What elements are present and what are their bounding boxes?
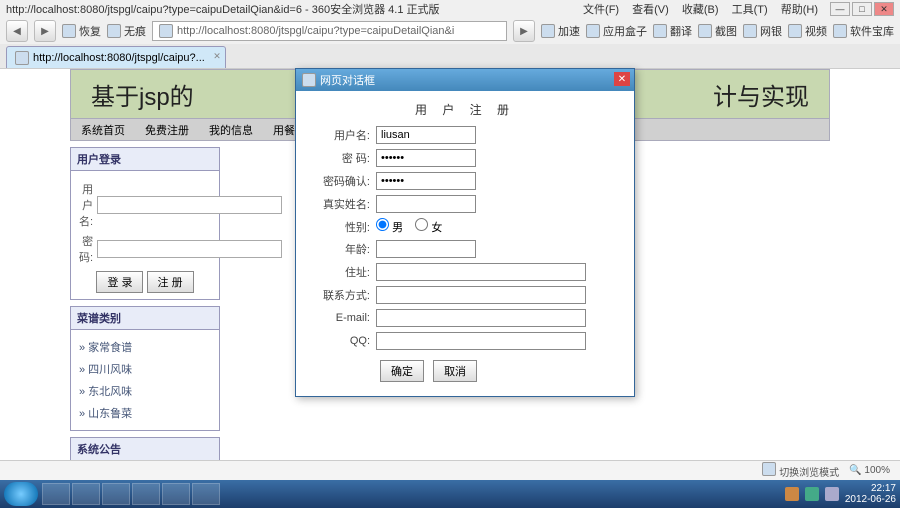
field-address-input[interactable] <box>376 263 586 281</box>
tab-icon <box>15 51 29 65</box>
login-button[interactable]: 登 录 <box>96 271 143 293</box>
gender-male-label: 男 <box>392 222 403 234</box>
address-bar[interactable]: http://localhost:8080/jtspgl/caipu?type=… <box>152 21 507 41</box>
gender-female-radio[interactable] <box>415 218 428 231</box>
menu-favorites[interactable]: 收藏(B) <box>682 4 719 16</box>
field-email-input[interactable] <box>376 309 586 327</box>
back-button[interactable]: ◀ <box>6 20 28 42</box>
apps-icon <box>586 24 600 38</box>
menubar[interactable]: 文件(F) 查看(V) 收藏(B) 工具(T) 帮助(H) <box>573 1 818 17</box>
field-username-label: 用户名: <box>310 127 370 143</box>
taskbar: 22:17 2012-06-26 <box>0 480 900 508</box>
close-button[interactable]: ✕ <box>874 2 894 16</box>
login-user-label: 用户名: <box>79 181 93 229</box>
category-item[interactable]: » 四川风味 <box>79 358 211 380</box>
field-confirm-input[interactable] <box>376 172 476 190</box>
quick-capture[interactable]: 截图 <box>698 23 737 39</box>
tab-close-icon[interactable]: ✕ <box>213 51 221 62</box>
window-title: http://localhost:8080/jtspgl/caipu?type=… <box>6 1 440 17</box>
nav-home[interactable]: 系统首页 <box>71 122 135 138</box>
register-button[interactable]: 注 册 <box>147 271 194 293</box>
forward-button[interactable]: ▶ <box>34 20 56 42</box>
bolt-icon <box>541 24 555 38</box>
field-email-label: E-mail: <box>310 312 370 324</box>
browser-tab[interactable]: http://localhost:8080/jtspgl/caipu?... ✕ <box>6 46 226 68</box>
go-button[interactable]: ▶ <box>513 20 535 42</box>
category-item[interactable]: » 东北风味 <box>79 380 211 402</box>
field-password-label: 密 码: <box>310 150 370 166</box>
capture-icon <box>698 24 712 38</box>
incognito-icon <box>107 24 121 38</box>
login-panel-title: 用户登录 <box>71 148 219 171</box>
minimize-button[interactable]: — <box>830 2 850 16</box>
tray-clock[interactable]: 22:17 2012-06-26 <box>845 483 896 505</box>
taskbar-eclipse-icon[interactable] <box>192 483 220 505</box>
field-gender-label: 性别: <box>310 219 370 235</box>
site-icon <box>159 24 173 38</box>
field-realname-input[interactable] <box>376 195 476 213</box>
quick-accel[interactable]: 加速 <box>541 23 580 39</box>
incognito-button[interactable]: 无痕 <box>107 23 146 39</box>
gender-female-label: 女 <box>431 222 442 234</box>
dialog-title: 网页对话框 <box>320 72 375 88</box>
status-mode[interactable]: 切换浏览模式 <box>762 462 839 479</box>
tray-icon[interactable] <box>785 487 799 501</box>
quick-bank[interactable]: 网银 <box>743 23 782 39</box>
category-item[interactable]: » 山东鲁菜 <box>79 402 211 424</box>
menu-file[interactable]: 文件(F) <box>583 4 619 16</box>
field-age-label: 年龄: <box>310 241 370 257</box>
translate-icon <box>653 24 667 38</box>
taskbar-folder-icon[interactable] <box>162 483 190 505</box>
field-qq-input[interactable] <box>376 332 586 350</box>
quick-translate[interactable]: 翻译 <box>653 23 692 39</box>
field-username-input[interactable] <box>376 126 476 144</box>
gender-male-radio[interactable] <box>376 218 389 231</box>
category-panel: 菜谱类别 » 家常食谱 » 四川风味 » 东北风味 » 山东鲁菜 <box>70 306 220 431</box>
field-qq-label: QQ: <box>310 335 370 347</box>
field-password-input[interactable] <box>376 149 476 167</box>
menu-view[interactable]: 查看(V) <box>632 4 669 16</box>
menu-help[interactable]: 帮助(H) <box>781 4 818 16</box>
bank-icon <box>743 24 757 38</box>
field-contact-label: 联系方式: <box>310 287 370 303</box>
mode-icon <box>762 462 776 476</box>
dialog-cancel-button[interactable]: 取消 <box>433 360 477 382</box>
nav-myinfo[interactable]: 我的信息 <box>199 122 263 138</box>
video-icon <box>788 24 802 38</box>
tray-icon[interactable] <box>805 487 819 501</box>
category-item[interactable]: » 家常食谱 <box>79 336 211 358</box>
taskbar-360-icon[interactable] <box>102 483 130 505</box>
taskbar-explorer-icon[interactable] <box>72 483 100 505</box>
field-address-label: 住址: <box>310 264 370 280</box>
field-confirm-label: 密码确认: <box>310 173 370 189</box>
dialog-heading: 用 户 注 册 <box>310 101 620 118</box>
field-age-input[interactable] <box>376 240 476 258</box>
status-zoom[interactable]: 🔍 100% <box>849 465 890 476</box>
tray-icon[interactable] <box>825 487 839 501</box>
nav-register[interactable]: 免费注册 <box>135 122 199 138</box>
bulletin-title: 系统公告 <box>71 438 219 461</box>
field-contact-input[interactable] <box>376 286 586 304</box>
taskbar-ie-icon[interactable] <box>42 483 70 505</box>
register-dialog: 网页对话框 ✕ 用 户 注 册 用户名: 密 码: 密码确认: 真实姓名: 性别… <box>295 68 635 397</box>
login-pwd-label: 密 码: <box>79 233 93 265</box>
category-title: 菜谱类别 <box>71 307 219 330</box>
quick-appbox[interactable]: 应用盒子 <box>586 23 647 39</box>
start-button[interactable] <box>4 482 38 506</box>
quick-video[interactable]: 视频 <box>788 23 827 39</box>
menu-tools[interactable]: 工具(T) <box>732 4 768 16</box>
restore-button[interactable]: 恢复 <box>62 23 101 39</box>
tab-label: http://localhost:8080/jtspgl/caipu?... <box>33 52 205 64</box>
login-panel: 用户登录 用户名: 密 码: 登 录 注 册 <box>70 147 220 300</box>
dialog-icon <box>302 73 316 87</box>
maximize-button[interactable]: □ <box>852 2 872 16</box>
quick-software[interactable]: 软件宝库 <box>833 23 894 39</box>
box-icon <box>833 24 847 38</box>
taskbar-app-icon[interactable] <box>132 483 160 505</box>
dialog-close-button[interactable]: ✕ <box>614 72 630 86</box>
field-realname-label: 真实姓名: <box>310 196 370 212</box>
refresh-icon <box>62 24 76 38</box>
dialog-ok-button[interactable]: 确定 <box>380 360 424 382</box>
